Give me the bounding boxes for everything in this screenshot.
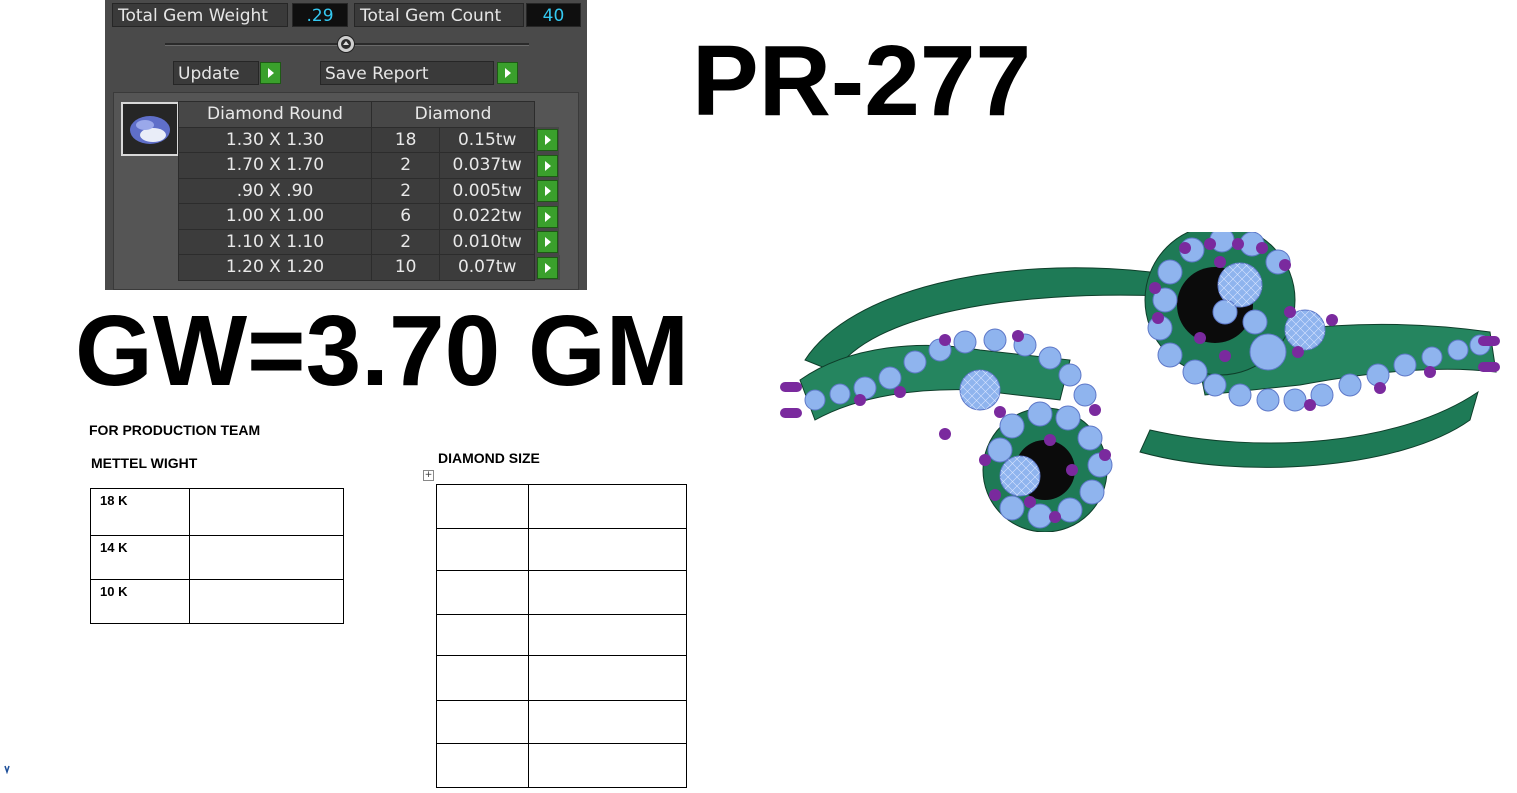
diamond-size-cell[interactable] xyxy=(528,655,687,701)
table-row xyxy=(436,700,687,744)
row-count: 6 xyxy=(370,203,441,230)
update-button[interactable]: Update xyxy=(173,61,259,85)
table-row: 18 K xyxy=(90,488,344,536)
diamond-size-cell[interactable] xyxy=(436,614,529,656)
metal-weight-heading: METTEL WIGHT xyxy=(91,455,198,471)
header-diamond: Diamond xyxy=(371,101,535,128)
slider-knob[interactable] xyxy=(337,35,355,53)
table-row xyxy=(436,743,687,788)
row-size: 1.20 X 1.20 xyxy=(178,254,372,281)
row-size: 1.00 X 1.00 xyxy=(178,203,372,230)
gem-report-panel: Total Gem Weight .29 Total Gem Count 40 … xyxy=(105,0,587,290)
metal-weight-cell[interactable] xyxy=(189,579,344,624)
total-gem-weight-label: Total Gem Weight xyxy=(112,3,288,27)
table-row xyxy=(436,528,687,571)
row-weight: 0.010tw xyxy=(439,228,535,255)
table-row: 14 K xyxy=(90,535,344,580)
metal-weight-table: 18 K 14 K 10 K xyxy=(90,488,344,624)
diamond-size-cell[interactable] xyxy=(436,700,529,744)
diamond-size-cell[interactable] xyxy=(528,743,687,788)
gem-table-header: Diamond Round Diamond xyxy=(178,101,560,128)
round-diamond-icon[interactable] xyxy=(121,102,179,156)
diamond-size-cell[interactable] xyxy=(528,614,687,656)
row-size: 1.70 X 1.70 xyxy=(178,152,372,179)
table-row: 1.10 X 1.10 2 0.010tw xyxy=(178,228,560,255)
metal-weight-cell[interactable] xyxy=(189,488,344,536)
row-weight: 0.037tw xyxy=(439,152,535,179)
table-row xyxy=(436,614,687,656)
save-report-go-icon[interactable] xyxy=(497,62,518,84)
table-row: 1.20 X 1.20 10 0.07tw xyxy=(178,254,560,281)
row-go-icon[interactable] xyxy=(537,256,558,279)
save-report-button[interactable]: Save Report xyxy=(320,61,494,85)
row-weight: 0.022tw xyxy=(439,203,535,230)
metal-weight-cell[interactable] xyxy=(189,535,344,580)
diamond-size-cell[interactable] xyxy=(436,570,529,615)
ring-render xyxy=(780,232,1500,532)
table-move-handle-icon[interactable]: + xyxy=(423,470,434,481)
metal-karat-label: 18 K xyxy=(100,493,128,508)
header-diamond-round: Diamond Round xyxy=(178,101,372,128)
row-go-icon[interactable] xyxy=(537,205,558,228)
row-weight: 0.07tw xyxy=(439,254,535,281)
diamond-size-heading: DIAMOND SIZE xyxy=(438,450,540,466)
row-count: 18 xyxy=(370,126,441,153)
gross-weight-title: GW=3.70 GM xyxy=(75,295,690,407)
corner-mark-icon xyxy=(4,765,10,774)
row-go-icon[interactable] xyxy=(537,154,558,177)
table-row xyxy=(436,655,687,701)
diamond-size-cell[interactable] xyxy=(528,700,687,744)
metal-karat-label: 10 K xyxy=(100,584,128,599)
update-go-icon[interactable] xyxy=(260,62,281,84)
row-weight: 0.15tw xyxy=(439,126,535,153)
metal-karat-label: 14 K xyxy=(100,540,128,555)
row-go-icon[interactable] xyxy=(537,180,558,202)
total-gem-weight-value: .29 xyxy=(292,3,348,27)
row-go-icon[interactable] xyxy=(537,129,558,151)
diamond-size-cell[interactable] xyxy=(528,484,687,529)
row-count: 2 xyxy=(370,177,441,204)
diamond-size-table xyxy=(436,484,687,788)
row-count: 10 xyxy=(370,254,441,281)
table-row xyxy=(436,570,687,615)
table-row: 1.30 X 1.30 18 0.15tw xyxy=(178,126,560,153)
row-weight: 0.005tw xyxy=(439,177,535,204)
table-row: 10 K xyxy=(90,579,344,624)
table-row: 1.70 X 1.70 2 0.037tw xyxy=(178,152,560,179)
table-row: 1.00 X 1.00 6 0.022tw xyxy=(178,203,560,230)
design-code-title: PR-277 xyxy=(692,25,1032,137)
total-gem-count-value: 40 xyxy=(526,3,581,27)
production-team-heading: FOR PRODUCTION TEAM xyxy=(89,422,261,438)
diamond-size-cell[interactable] xyxy=(436,528,529,571)
row-size: 1.10 X 1.10 xyxy=(178,228,372,255)
diamond-size-cell[interactable] xyxy=(436,743,529,788)
table-row xyxy=(436,484,687,529)
row-go-icon[interactable] xyxy=(537,231,558,253)
diamond-size-cell[interactable] xyxy=(528,570,687,615)
row-size: 1.30 X 1.30 xyxy=(178,126,372,153)
table-row: .90 X .90 2 0.005tw xyxy=(178,177,560,204)
diamond-size-cell[interactable] xyxy=(528,528,687,571)
row-count: 2 xyxy=(370,228,441,255)
diamond-size-cell[interactable] xyxy=(436,655,529,701)
gem-table: Diamond Round Diamond 1.30 X 1.30 18 0.1… xyxy=(178,101,560,281)
total-gem-count-label: Total Gem Count xyxy=(354,3,524,27)
diamond-size-cell[interactable] xyxy=(436,484,529,529)
row-size: .90 X .90 xyxy=(178,177,372,204)
row-count: 2 xyxy=(370,152,441,179)
